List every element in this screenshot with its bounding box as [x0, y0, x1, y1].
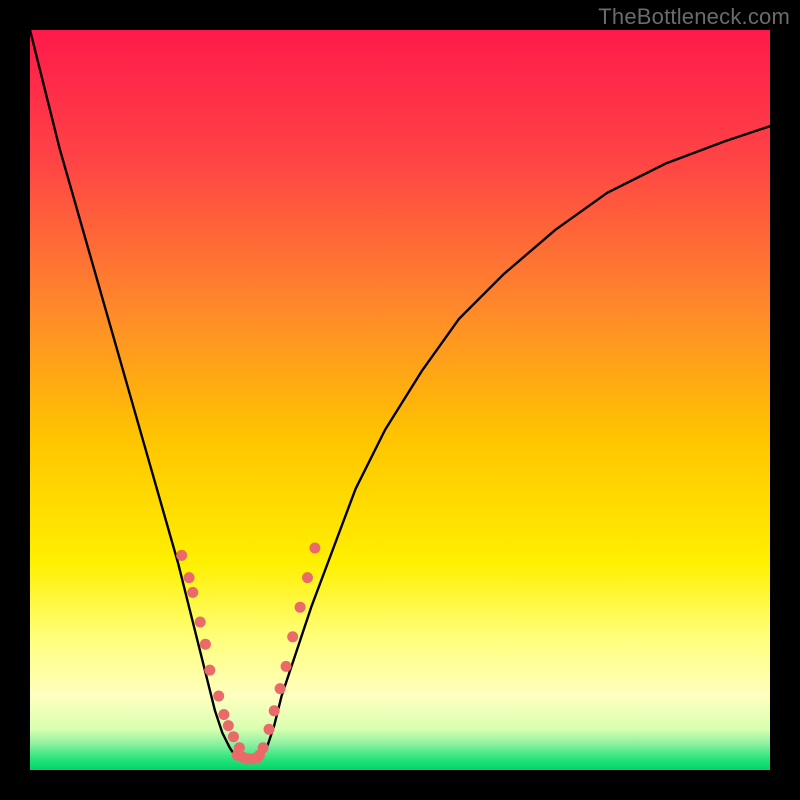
- dot-left-dots: [213, 691, 224, 702]
- dot-left-dots: [204, 665, 215, 676]
- watermark-text: TheBottleneck.com: [598, 4, 790, 30]
- chart-frame: TheBottleneck.com: [0, 0, 800, 800]
- dot-left-dots: [218, 709, 229, 720]
- dot-left-dots: [187, 587, 198, 598]
- dot-left-dots: [228, 731, 239, 742]
- dot-right-dots: [275, 683, 286, 694]
- dot-right-dots: [281, 661, 292, 672]
- dot-left-dots: [195, 617, 206, 628]
- dot-right-dots: [269, 705, 280, 716]
- curve-right-branch: [259, 126, 770, 759]
- chart-svg: [30, 30, 770, 770]
- dot-left-dots: [184, 572, 195, 583]
- dot-right-dots: [264, 724, 275, 735]
- dot-right-dots: [287, 631, 298, 642]
- dot-left-dots: [223, 720, 234, 731]
- dot-right-dots: [309, 543, 320, 554]
- dot-right-dots: [295, 602, 306, 613]
- plot-area: [30, 30, 770, 770]
- dot-right-dots: [302, 572, 313, 583]
- dot-left-dots: [200, 639, 211, 650]
- dot-left-dots: [176, 550, 187, 561]
- dot-floor-dots: [254, 750, 265, 761]
